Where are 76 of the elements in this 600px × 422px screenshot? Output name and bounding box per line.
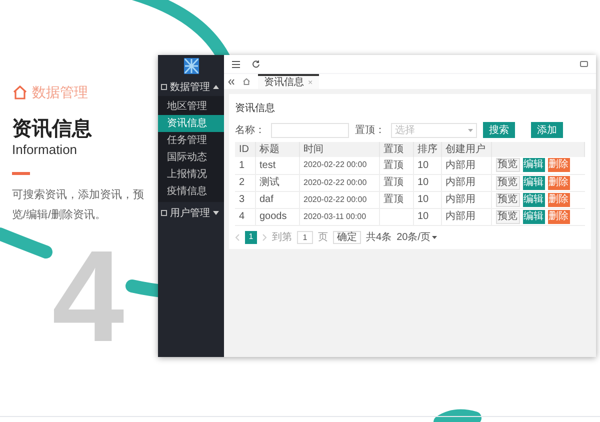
menu-icon[interactable] bbox=[232, 60, 240, 68]
caret-icon bbox=[213, 85, 219, 89]
page-button[interactable]: 1 bbox=[245, 230, 257, 244]
page-size-select[interactable]: 20条/页 bbox=[396, 230, 438, 244]
column-header: 排序 bbox=[418, 144, 438, 155]
accent-bar bbox=[12, 172, 30, 176]
row-action-button[interactable]: 编辑 bbox=[522, 176, 544, 190]
table-cell: 10 bbox=[418, 194, 429, 205]
goto-label: 到第 bbox=[272, 230, 292, 244]
folder-icon bbox=[161, 210, 167, 216]
refresh-icon[interactable] bbox=[252, 60, 260, 68]
menu-group[interactable]: 用户管理 bbox=[158, 204, 224, 222]
input-field[interactable] bbox=[271, 122, 349, 138]
tab[interactable]: 资讯信息 × bbox=[258, 74, 319, 89]
confirm-button[interactable]: 确定 bbox=[333, 230, 361, 244]
column-header: 置顶 bbox=[384, 144, 404, 155]
menu-item[interactable]: 资讯信息 bbox=[158, 115, 224, 132]
folder-icon bbox=[161, 84, 167, 90]
slide-subtitle: Information bbox=[12, 142, 78, 158]
menu-item[interactable]: 任务管理 bbox=[158, 132, 224, 149]
page-input[interactable]: 1 bbox=[297, 230, 313, 244]
home-icon[interactable] bbox=[243, 78, 250, 85]
column-header: ID bbox=[239, 144, 249, 155]
description: 可搜索资讯，添加资讯，预览/编辑/删除资讯。 bbox=[12, 188, 145, 224]
double-chevron-icon[interactable] bbox=[228, 78, 235, 84]
column-header: 创建用户 bbox=[446, 144, 486, 155]
table-cell: 内部用 bbox=[446, 177, 476, 188]
home-icon bbox=[12, 85, 28, 100]
row-action-button[interactable]: 预览 bbox=[496, 158, 520, 172]
row-action-button[interactable]: 预览 bbox=[496, 210, 520, 224]
row-action-button[interactable]: 编辑 bbox=[522, 158, 544, 172]
field-label: 名称： bbox=[235, 124, 265, 138]
table-cell: 内部用 bbox=[446, 211, 476, 222]
table-cell: daf bbox=[260, 194, 274, 205]
table-cell: 2 bbox=[239, 177, 245, 188]
table-cell: 测试 bbox=[260, 177, 280, 188]
caret-icon bbox=[213, 211, 219, 215]
table-cell: 10 bbox=[418, 177, 429, 188]
table-cell: 内部用 bbox=[446, 194, 476, 205]
table-cell: 10 bbox=[418, 211, 429, 222]
page-unit: 页 bbox=[318, 230, 328, 244]
table-cell: 1 bbox=[239, 160, 245, 171]
table-cell: 10 bbox=[418, 160, 429, 171]
row-action-button[interactable]: 预览 bbox=[496, 176, 520, 190]
caret-icon bbox=[468, 128, 473, 132]
menu-item[interactable]: 地区管理 bbox=[158, 98, 224, 115]
menu-item[interactable]: 上报情况 bbox=[158, 166, 224, 183]
table-cell: 2020-03-11 00:00 bbox=[304, 212, 366, 220]
panel-title: 资讯信息 bbox=[235, 102, 276, 116]
column-header: 时间 bbox=[304, 144, 324, 155]
logo-icon bbox=[184, 58, 198, 74]
row-action-button[interactable]: 预览 bbox=[496, 192, 520, 206]
table-cell: test bbox=[260, 160, 276, 171]
column-header: 标题 bbox=[260, 144, 280, 155]
action-button[interactable]: 搜索 bbox=[483, 122, 515, 138]
action-button[interactable]: 添加 bbox=[531, 122, 563, 138]
total-count: 共4条 bbox=[366, 230, 392, 244]
slide-title: 资讯信息 bbox=[12, 117, 93, 142]
caret-icon bbox=[432, 236, 438, 238]
table-cell: 2020-02-22 00:00 bbox=[304, 178, 367, 186]
section-label: 数据管理 bbox=[32, 83, 88, 102]
row-action-button[interactable]: 编辑 bbox=[522, 210, 544, 224]
table-cell: 内部用 bbox=[446, 160, 476, 171]
row-action-button[interactable]: 编辑 bbox=[522, 192, 544, 206]
table-cell: 4 bbox=[239, 211, 245, 222]
field-label: 置顶： bbox=[355, 124, 385, 138]
menu-item[interactable]: 国际动态 bbox=[158, 149, 224, 166]
table-cell: goods bbox=[260, 211, 287, 222]
table-cell: 3 bbox=[239, 194, 245, 205]
table-cell: 置顶 bbox=[384, 194, 404, 205]
menu-group[interactable]: 数据管理 bbox=[158, 78, 224, 96]
table-cell: 置顶 bbox=[384, 177, 404, 188]
table-cell: 2020-02-22 00:00 bbox=[304, 160, 367, 170]
menu-item[interactable]: 疫情信息 bbox=[158, 183, 224, 200]
table-cell: 置顶 bbox=[384, 160, 404, 171]
table-cell: 2020-02-22 00:00 bbox=[304, 194, 367, 204]
